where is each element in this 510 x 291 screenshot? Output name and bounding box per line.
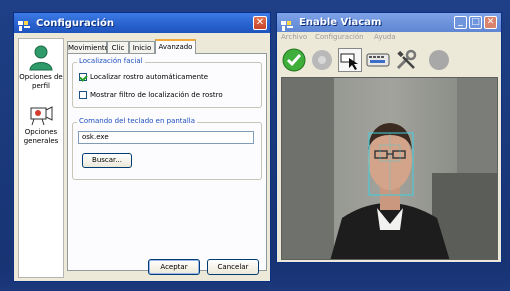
camera-view — [281, 77, 498, 260]
onscreen-keyboard-group-title: Comando del teclado en pantalla — [77, 117, 198, 125]
show-face-filter-option[interactable]: Mostrar filtro de localización de rostro — [79, 91, 223, 99]
tab-clic[interactable]: Clic — [107, 41, 129, 53]
browse-button[interactable]: Buscar... — [82, 153, 132, 168]
viacam-window: Enable Viacam _ □ ✕ Archivo Configuració… — [276, 12, 502, 263]
tab-inicio[interactable]: Inicio — [129, 41, 155, 53]
webcam-image — [282, 78, 497, 259]
sidebar-item-label: Opciones generales — [23, 128, 59, 145]
auto-locate-face-checkbox[interactable] — [79, 73, 87, 81]
face-location-group-title: Localización facial — [77, 57, 145, 65]
onscreen-keyboard-group: Comando del teclado en pantalla osk.exe … — [72, 117, 262, 180]
viacam-close-button[interactable]: ✕ — [484, 16, 497, 29]
config-window: Configuración ✕ Opciones de perfil Opcio… — [13, 12, 271, 282]
status-circle — [427, 48, 451, 72]
menu-archivo[interactable]: Archivo — [281, 33, 307, 41]
sidebar-item-general[interactable]: Opciones generales — [19, 102, 63, 146]
tab-panel-avanzado: Localización facial Localizar rostro aut… — [67, 53, 267, 271]
keyboard-command-input[interactable]: osk.exe — [78, 131, 254, 144]
tools-icon — [396, 49, 417, 70]
disabled-gear-icon — [312, 50, 332, 70]
settings-button-disabled[interactable] — [310, 48, 334, 72]
viacam-title: Enable Viacam — [299, 17, 382, 28]
enable-button[interactable] — [282, 48, 306, 72]
dwell-click-icon — [340, 53, 358, 70]
maximize-button[interactable]: □ — [469, 16, 482, 29]
app-icon — [281, 17, 295, 31]
auto-locate-face-label: Localizar rostro automáticamente — [90, 73, 209, 81]
options-sidebar: Opciones de perfil Opciones generales — [18, 38, 64, 278]
viacam-titlebar[interactable]: Enable Viacam _ □ ✕ — [277, 13, 501, 32]
face-location-group: Localización facial Localizar rostro aut… — [72, 57, 262, 108]
viacam-toolbar — [277, 45, 501, 75]
sidebar-item-label: Opciones de perfil — [19, 73, 63, 90]
tools-button[interactable] — [394, 48, 418, 72]
tab-movimiento[interactable]: Movimiento — [67, 41, 109, 53]
menu-configuracion[interactable]: Configuración — [315, 33, 364, 41]
tab-avanzado[interactable]: Avanzado — [155, 39, 196, 54]
sidebar-item-profile[interactable]: Opciones de perfil — [19, 45, 63, 91]
accept-button[interactable]: Aceptar — [148, 259, 200, 275]
menu-bar: Archivo Configuración Ayuda — [277, 33, 501, 43]
cancel-button[interactable]: Cancelar — [207, 259, 259, 275]
show-face-filter-checkbox[interactable] — [79, 91, 87, 99]
enable-check-icon — [282, 48, 306, 72]
user-profile-icon — [29, 45, 53, 71]
gray-circle-icon — [429, 50, 449, 70]
config-titlebar[interactable]: Configuración ✕ — [14, 13, 270, 33]
app-icon — [18, 17, 32, 31]
keyboard-button[interactable] — [366, 48, 390, 72]
auto-locate-face-option[interactable]: Localizar rostro automáticamente — [79, 73, 208, 81]
show-face-filter-label: Mostrar filtro de localización de rostro — [90, 91, 223, 99]
menu-ayuda[interactable]: Ayuda — [374, 33, 396, 41]
minimize-button[interactable]: _ — [454, 16, 467, 29]
dwell-click-button[interactable] — [338, 48, 362, 72]
keyboard-icon — [366, 53, 390, 67]
camera-settings-icon — [30, 106, 53, 126]
close-button[interactable]: ✕ — [253, 16, 267, 30]
config-title: Configuración — [36, 17, 115, 29]
